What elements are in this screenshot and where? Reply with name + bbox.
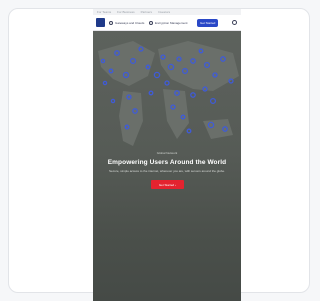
- get-started-button[interactable]: Get Started ›: [151, 180, 184, 189]
- hero-eyebrow: Global Network: [156, 151, 178, 155]
- get-started-nav-button[interactable]: Get Started: [197, 19, 219, 27]
- world-map-graphic: [98, 41, 239, 146]
- hero-subline: Secure, simple access to the internet, w…: [109, 169, 225, 173]
- lock-icon: [149, 21, 153, 25]
- mobile-page-preview: For Teams For Business Partners Investor…: [93, 9, 241, 301]
- globe-icon: [109, 21, 113, 25]
- search-icon[interactable]: [232, 20, 237, 25]
- hero-section: Global Network Empowering Users Around t…: [93, 31, 241, 301]
- nav-item-gateways[interactable]: Gateways and Clouds: [109, 19, 144, 27]
- cta-label: Get Started: [158, 182, 175, 187]
- main-navbar: Gateways and Clouds Encryption Managemen…: [93, 15, 241, 31]
- nav-item-encryption[interactable]: Encryption Management: [149, 19, 188, 27]
- logo-icon[interactable]: [96, 18, 105, 27]
- hero-headline: Empowering Users Around the World: [107, 159, 227, 166]
- nav-item-label: Gateways and Clouds: [115, 21, 145, 25]
- nav-cta-label: Get Started: [200, 21, 216, 25]
- nav-item-label: Encryption Management: [155, 21, 188, 25]
- arrow-right-icon: ›: [175, 182, 177, 187]
